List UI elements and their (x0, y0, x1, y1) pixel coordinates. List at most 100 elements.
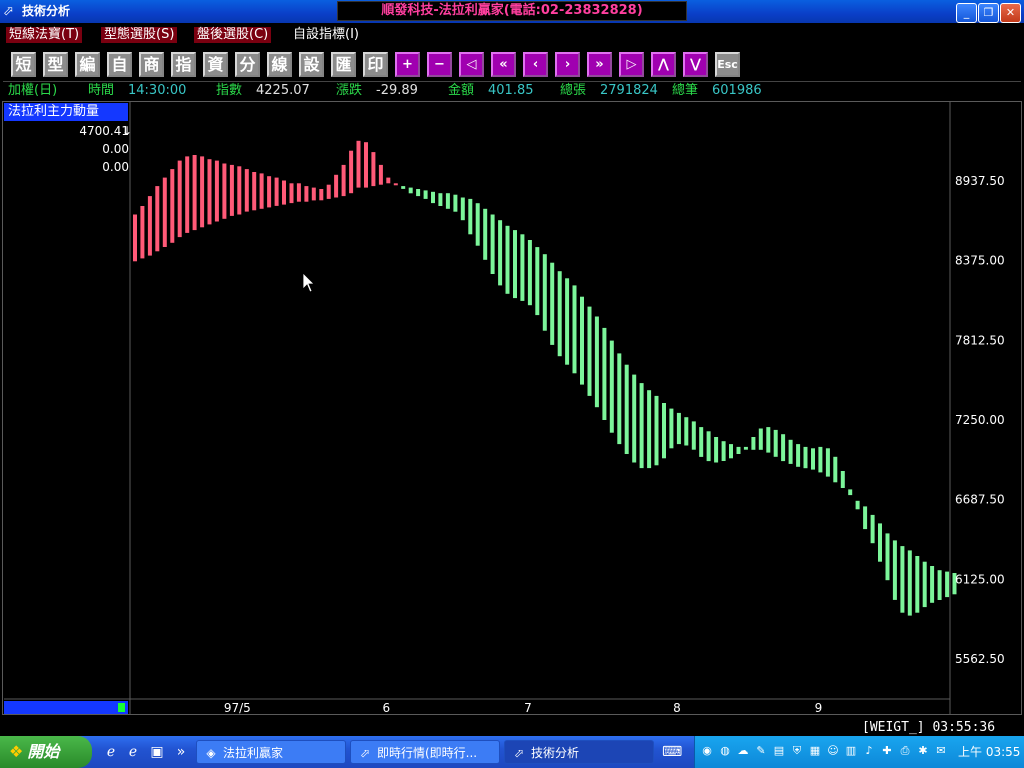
bar-up (177, 160, 182, 238)
keyboard-icon[interactable]: ⌨ (662, 743, 682, 761)
chart-app-icon: ⬀ (359, 746, 371, 760)
bar-down (468, 198, 473, 235)
folder-icon[interactable]: ▦ (808, 744, 822, 758)
start-button[interactable]: ❖ 開始 (0, 736, 92, 768)
mouse-cursor-icon (302, 272, 315, 293)
bar-down (930, 566, 935, 603)
bar-down (773, 429, 778, 457)
bar-down (803, 446, 808, 469)
bar-down (878, 523, 882, 562)
bar-up (170, 169, 175, 243)
task-label: 即時行情(即時行... (377, 746, 478, 760)
chevron-more-icon[interactable]: » (172, 743, 190, 761)
bar-down (758, 428, 763, 450)
bar-down (662, 403, 666, 459)
bar-down (714, 437, 719, 463)
bar-down (870, 514, 875, 544)
bar-down (453, 194, 458, 212)
document-icon[interactable]: ▥ (844, 744, 858, 758)
antivirus-icon[interactable]: ✚ (880, 744, 894, 758)
bar-up (282, 180, 286, 205)
bar-down (833, 456, 838, 483)
desktop-icon[interactable]: ▣ (148, 743, 166, 761)
indicator-name[interactable]: 法拉利主力動量 (4, 103, 128, 121)
ie-alt-icon[interactable]: ℯ (124, 743, 142, 761)
bar-down (900, 546, 905, 613)
bar-down (937, 570, 942, 600)
task-ferrari-winner[interactable]: ◈ 法拉利贏家 (196, 740, 346, 764)
bar-down (587, 306, 592, 396)
bar-down (513, 230, 517, 299)
system-clock: 上午 03:55 (958, 745, 1021, 759)
monitor-icon[interactable]: ▤ (772, 744, 786, 758)
task-technical-analysis[interactable]: ⬀ 技術分析 (504, 740, 654, 764)
bar-down (639, 383, 644, 469)
x-tick-label: 8 (673, 701, 681, 715)
bar-down (401, 186, 406, 189)
bar-up (371, 152, 376, 187)
bar-down (721, 441, 726, 461)
y-tick-label: 7812.50 (955, 333, 1005, 347)
bar-down (460, 197, 465, 221)
task-label: 法拉利贏家 (223, 746, 284, 760)
network-icon[interactable]: ◉ (700, 744, 714, 758)
bar-up (349, 150, 354, 194)
windows-flag-icon: ❖ (9, 742, 24, 761)
bar-down (632, 374, 637, 463)
bar-down (527, 240, 532, 306)
printer-icon[interactable]: ⎙ (898, 744, 912, 758)
scrollbar-thumb[interactable] (118, 703, 125, 712)
down-arrow-icon: ↓ (122, 124, 133, 138)
indicator-value-3: 0.00 (102, 160, 129, 174)
globe-icon[interactable]: ◍ (718, 744, 732, 758)
bar-down (647, 390, 652, 469)
ie-icon[interactable]: ℯ (102, 743, 120, 761)
users-icon[interactable]: ☺ (826, 744, 840, 758)
bar-down (557, 271, 562, 357)
bar-up (200, 156, 205, 228)
bar-down (594, 316, 599, 408)
history-scrollbar[interactable] (4, 701, 128, 714)
bar-down (505, 225, 510, 294)
bar-down (490, 214, 495, 274)
speaker-icon[interactable]: ♪ (862, 744, 876, 758)
bar-down (907, 550, 912, 616)
bar-down (542, 254, 547, 331)
bar-up (133, 214, 137, 262)
messenger-icon[interactable]: ✉ (934, 744, 948, 758)
bar-down (751, 437, 756, 450)
x-tick-label: 97/5 (224, 701, 251, 715)
bar-up (162, 177, 167, 247)
y-tick-label: 6687.50 (955, 493, 1005, 507)
indicator-chart[interactable]: 8937.50 8375.00 7812.50 7250.00 6687.50 6125.… (0, 0, 1024, 768)
bar-up (334, 174, 339, 198)
bar-up (192, 155, 197, 231)
task-realtime-quotes[interactable]: ⬀ 即時行情(即時行... (350, 740, 500, 764)
bar-up (252, 172, 257, 211)
shield-icon[interactable]: ⛨ (790, 744, 804, 758)
bluetooth-icon[interactable]: ✱ (916, 744, 930, 758)
task-label: 技術分析 (531, 746, 580, 760)
bar-up (229, 164, 234, 216)
cloud-icon[interactable]: ☁ (736, 744, 750, 758)
tools-icon[interactable]: ✎ (754, 744, 768, 758)
bar-down (729, 444, 733, 459)
bar-up (341, 164, 346, 197)
bar-down (684, 417, 689, 446)
bar-up (222, 163, 227, 219)
bar-down (825, 448, 830, 477)
bar-down (423, 190, 428, 199)
bar-up (259, 173, 264, 209)
bar-up (237, 166, 242, 215)
bar-down (408, 187, 413, 194)
bar-up (147, 196, 152, 256)
bar-down (483, 208, 488, 260)
bar-up (185, 156, 190, 233)
bar-down (691, 421, 696, 450)
bar-down (885, 533, 890, 581)
x-tick-label: 9 (815, 701, 823, 715)
chart-app-icon: ⬀ (513, 746, 525, 760)
bar-down (438, 193, 443, 206)
bar-up (364, 142, 368, 188)
bar-down (617, 353, 622, 445)
